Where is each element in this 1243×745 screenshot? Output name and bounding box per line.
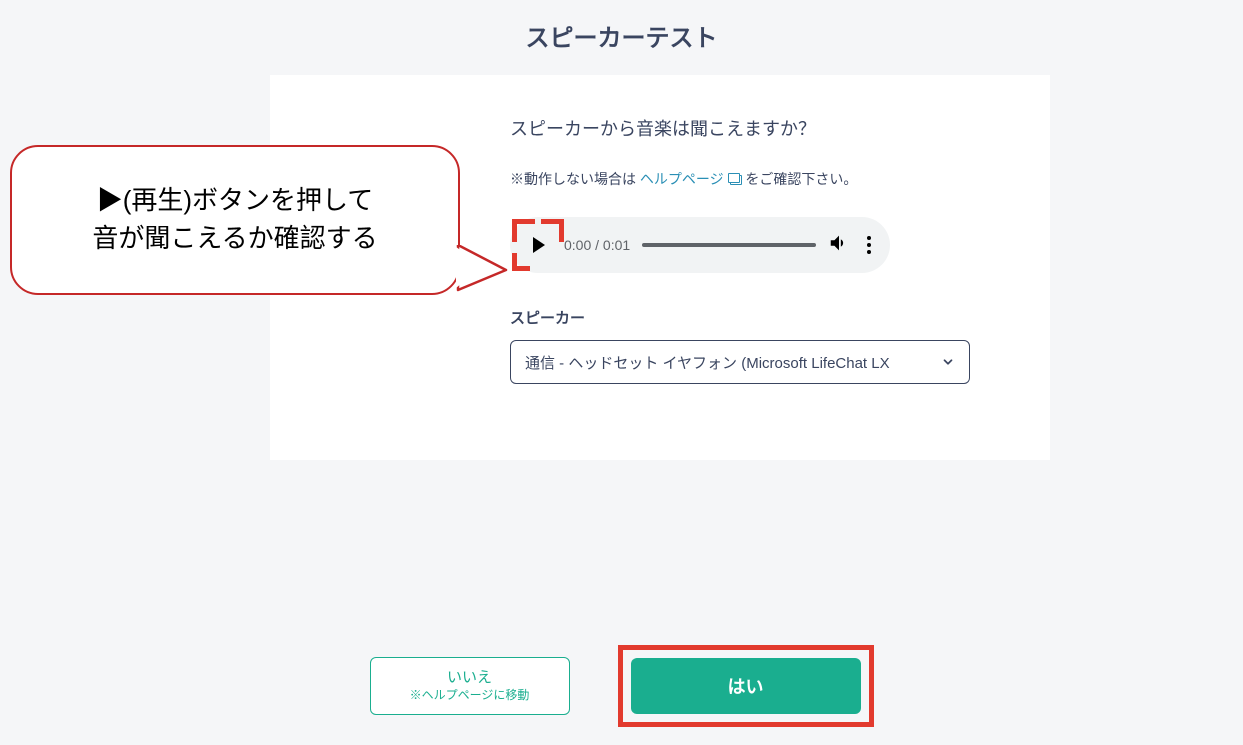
speaker-select[interactable]: 通信 - ヘッドセット イヤフォン (Microsoft LifeChat LX [510,340,970,384]
help-link-text: ヘルプページ [640,171,724,187]
audio-total-time: 0:01 [603,237,630,253]
question-text: スピーカーから音楽は聞こえますか？ [510,115,1000,141]
play-button[interactable] [524,231,552,259]
help-prefix: ※動作しない場合は [510,171,636,187]
callout-line-1: ▶(再生)ボタンを押して [97,185,374,215]
callout-line-2: 音が聞こえるか確認する [92,223,377,253]
no-button-label: いいえ [371,668,569,688]
audio-current-time: 0:00 [564,237,591,253]
help-page-link[interactable]: ヘルプページ [640,171,746,187]
help-line: ※動作しない場合は ヘルプページ をご確認下さい。 [510,169,1000,189]
speaker-section-label: スピーカー [510,307,1000,328]
audio-track[interactable] [642,243,816,247]
more-options-icon[interactable] [862,234,876,256]
button-row: いいえ ※ヘルプページに移動 はい [0,645,1243,727]
external-link-icon [728,173,742,185]
no-button[interactable]: いいえ ※ヘルプページに移動 [370,657,570,715]
speaker-selected-value: 通信 - ヘッドセット イヤフォン (Microsoft LifeChat LX [525,352,941,373]
yes-button-highlight: はい [618,645,874,727]
no-button-sub: ※ヘルプページに移動 [371,688,569,704]
audio-player-container: 0:00 / 0:01 [510,217,890,277]
yes-button[interactable]: はい [631,658,861,714]
play-icon [533,237,545,253]
volume-icon[interactable] [828,232,850,259]
audio-time: 0:00 / 0:01 [564,237,630,253]
instruction-callout: ▶(再生)ボタンを押して 音が聞こえるか確認する [10,145,460,295]
help-suffix: をご確認下さい。 [745,171,857,187]
chevron-down-icon [941,355,955,369]
audio-player: 0:00 / 0:01 [510,217,890,273]
page-title: スピーカーテスト [0,0,1243,53]
